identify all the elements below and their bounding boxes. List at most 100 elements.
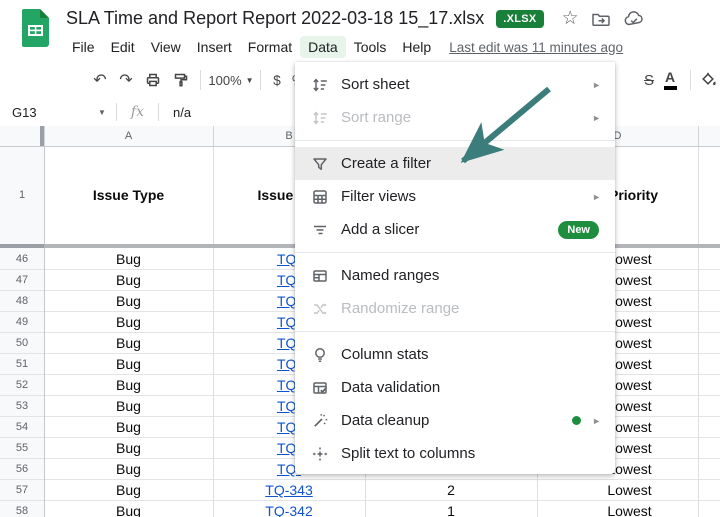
last-edit-link[interactable]: Last edit was 11 minutes ago [449,40,623,55]
menu-item-sort-sheet[interactable]: Sort sheet ► [295,68,615,101]
menu-item-data-validation[interactable]: Data validation [295,371,615,404]
row-number[interactable]: 56 [0,459,44,479]
row-number[interactable]: 50 [0,333,44,353]
issue-link[interactable]: TQ-342 [265,503,312,517]
menu-item-label: Create a filter [341,155,431,172]
row-number[interactable]: 53 [0,396,44,416]
submenu-arrow-icon: ► [592,80,601,90]
strikethrough-button[interactable]: S [638,62,660,98]
menu-item-label: Sort sheet [341,76,409,93]
text-color-button[interactable]: A [658,62,682,98]
menu-item-label: Randomize range [341,300,459,317]
split-icon [311,445,329,463]
row-number[interactable]: 1 [0,146,44,244]
submenu-arrow-icon: ► [592,416,601,426]
cell-issue_type[interactable]: Bug [44,438,213,458]
row-number[interactable]: 55 [0,438,44,458]
row-number[interactable]: 51 [0,354,44,374]
menu-item-named-ranges[interactable]: Named ranges [295,259,615,292]
menubar-insert[interactable]: Insert [189,36,240,58]
menu-item-split-text-to-columns[interactable]: Split text to columns [295,437,615,470]
cell-issue_type[interactable]: Bug [44,354,213,374]
paint-format-icon[interactable] [168,62,194,98]
menubar-file[interactable]: File [64,36,103,58]
row-number[interactable]: 58 [0,501,44,517]
issue-link[interactable]: TQ-343 [265,482,312,498]
shuffle-icon [311,300,329,318]
menu-item-label: Data validation [341,379,440,396]
sort-icon [311,76,329,94]
menu-item-data-cleanup[interactable]: Data cleanup ► [295,404,615,437]
menu-item-add-a-slicer[interactable]: Add a slicer New [295,213,615,246]
menu-divider [295,140,615,141]
cell-issue_type[interactable]: Bug [44,270,213,290]
currency-format-button[interactable]: $ [266,62,288,98]
table-row[interactable]: 57Bug TQ-343 2Lowest [0,480,720,501]
row-number[interactable]: 57 [0,480,44,500]
menu-item-label: Data cleanup [341,412,429,429]
menu-item-label: Add a slicer [341,221,419,238]
menu-divider [295,331,615,332]
print-icon[interactable] [140,62,166,98]
cell-issue_type[interactable]: Bug [44,312,213,332]
google-sheets-window: SLA Time and Report Report 2022-03-18 15… [0,0,720,517]
name-box-caret-icon[interactable]: ▼ [98,108,106,117]
cell-issue_type[interactable]: Bug [44,396,213,416]
cell-issue_key[interactable]: TQ-343 [213,480,365,500]
row-number[interactable]: 47 [0,270,44,290]
undo-icon[interactable]: ↶ [88,62,112,98]
table-row[interactable]: 58Bug TQ-342 1Lowest [0,501,720,517]
formula-input[interactable]: n/a [173,105,191,120]
row-number[interactable]: 48 [0,291,44,311]
row-number[interactable]: 52 [0,375,44,395]
menu-bar: FileEditViewInsertFormatDataToolsHelp Las… [64,36,623,58]
cell-issue_key[interactable]: TQ-342 [213,501,365,517]
menubar-view[interactable]: View [143,36,189,58]
cell-col_c[interactable]: 2 [365,480,537,500]
menu-item-create-a-filter[interactable]: Create a filter [295,147,615,180]
column-header-a[interactable]: A [44,126,213,146]
fill-color-icon[interactable] [698,62,720,98]
submenu-arrow-icon: ► [592,113,601,123]
wand-icon [311,412,329,430]
cell-issue_type[interactable]: Bug [44,501,213,517]
zoom-select[interactable]: 100%▼ [208,62,254,98]
menubar-help[interactable]: Help [394,36,439,58]
menu-item-column-stats[interactable]: Column stats [295,338,615,371]
menubar-data[interactable]: Data [300,36,346,58]
cell-issue_type[interactable]: Bug [44,291,213,311]
cell-issue_type[interactable]: Bug [44,249,213,269]
cell-priority[interactable]: Lowest [537,480,710,500]
menu-item-label: Named ranges [341,267,439,284]
move-folder-icon[interactable] [591,10,611,28]
sheets-logo-icon[interactable] [22,9,49,52]
star-icon[interactable]: ☆ [562,9,579,28]
cell-issue_type[interactable]: Bug [44,333,213,353]
cell-priority[interactable]: Lowest [537,501,710,517]
cell-col_c[interactable]: 1 [365,501,537,517]
row-number[interactable]: 49 [0,312,44,332]
new-badge: New [558,221,599,239]
menubar-tools[interactable]: Tools [346,36,395,58]
menu-item-randomize-range[interactable]: Randomize range [295,292,615,325]
menu-item-sort-range[interactable]: Sort range► [295,101,615,134]
cell-issue_type[interactable]: Bug [44,375,213,395]
cell-issue_type[interactable]: Bug [44,480,213,500]
redo-icon[interactable]: ↷ [114,62,138,98]
name-box[interactable]: G13 [0,105,98,120]
doc-title[interactable]: SLA Time and Report Report 2022-03-18 15… [66,8,484,29]
row-number[interactable]: 54 [0,417,44,437]
menubar-format[interactable]: Format [240,36,300,58]
submenu-arrow-icon: ► [592,192,601,202]
validation-icon [311,379,329,397]
menubar-edit[interactable]: Edit [103,36,143,58]
menu-item-filter-views[interactable]: Filter views► [295,180,615,213]
row-number[interactable]: 46 [0,249,44,269]
cell-issue_type[interactable]: Bug [44,459,213,479]
xlsx-badge: .XLSX [496,10,543,28]
green-dot-indicator [572,416,581,425]
header-cell-issue_type[interactable]: Issue Type [44,146,213,244]
cell-issue_type[interactable]: Bug [44,417,213,437]
cloud-saved-icon[interactable] [623,10,645,28]
lightbulb-icon [311,346,329,364]
